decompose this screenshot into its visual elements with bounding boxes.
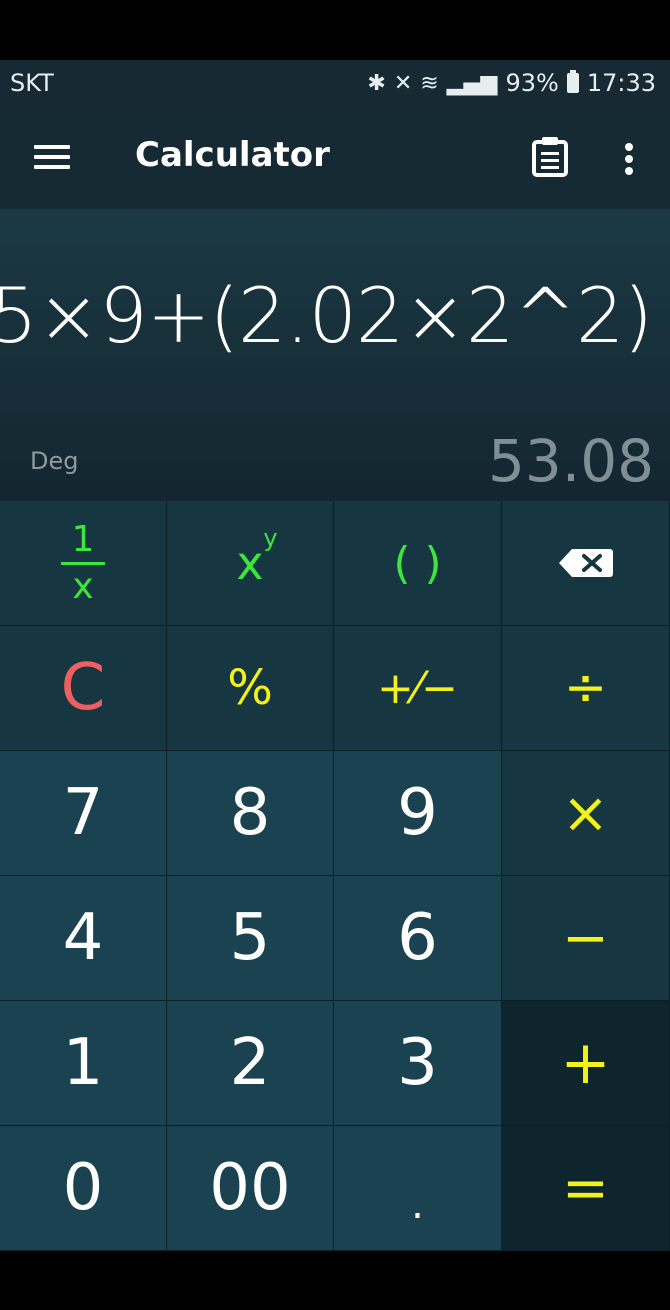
- minus-button[interactable]: −: [502, 876, 670, 1001]
- calculator-screen: SKT ✱ ✕ ≋ ▂▄▆ 93% 17:33 Calculator 5×9+(…: [0, 0, 670, 1310]
- parentheses-button[interactable]: ( ): [334, 501, 502, 626]
- wifi-icon: ≋: [420, 70, 439, 96]
- multiply-label: ×: [562, 780, 609, 846]
- plus-label: +: [560, 1028, 611, 1098]
- carrier-label: SKT: [10, 69, 54, 97]
- decimal-label: .: [411, 1182, 424, 1228]
- digit-6-button[interactable]: 6: [334, 876, 502, 1001]
- battery-percent: 93%: [505, 69, 559, 97]
- more-vert-icon[interactable]: [614, 135, 644, 179]
- digit-5-label: 5: [229, 901, 271, 975]
- digit-3-label: 3: [397, 1026, 438, 1100]
- digit-5-button[interactable]: 5: [167, 876, 334, 1001]
- equals-button[interactable]: =: [502, 1126, 670, 1251]
- plus-minus-label: +⁄−: [376, 662, 459, 714]
- digit-9-label: 9: [397, 776, 438, 850]
- double-zero-button[interactable]: 00: [167, 1126, 334, 1251]
- reciprocal-button[interactable]: 1 x: [0, 501, 167, 626]
- clear-button[interactable]: C: [0, 626, 167, 751]
- decimal-button[interactable]: .: [334, 1126, 502, 1251]
- double-zero-label: 00: [209, 1151, 291, 1225]
- clock: 17:33: [586, 69, 656, 97]
- digit-2-label: 2: [229, 1026, 271, 1100]
- equals-label: =: [562, 1155, 609, 1221]
- battery-icon: [566, 70, 579, 93]
- digit-1-label: 1: [62, 1026, 104, 1100]
- digit-9-button[interactable]: 9: [334, 751, 502, 876]
- percent-label: %: [227, 660, 273, 716]
- digit-8-button[interactable]: 8: [167, 751, 334, 876]
- digit-3-button[interactable]: 3: [334, 1001, 502, 1126]
- reciprocal-numerator: 1: [71, 518, 95, 560]
- parentheses-label: ( ): [393, 537, 442, 589]
- plus-minus-button[interactable]: +⁄−: [334, 626, 502, 751]
- signal-icon: ▂▄▆: [446, 70, 498, 96]
- digit-2-button[interactable]: 2: [167, 1001, 334, 1126]
- percent-button[interactable]: %: [167, 626, 334, 751]
- display-area: 5×9+(2.02×2^2) Deg 53.08: [0, 209, 670, 501]
- digit-7-label: 7: [62, 776, 104, 850]
- digit-7-button[interactable]: 7: [0, 751, 167, 876]
- divide-label: ÷: [563, 658, 608, 718]
- app-bar: Calculator: [0, 105, 670, 209]
- menu-icon[interactable]: [34, 145, 70, 169]
- backspace-button[interactable]: [502, 501, 670, 626]
- clipboard-icon[interactable]: [532, 137, 568, 177]
- power-base: x: [236, 536, 264, 590]
- status-icons: ✱ ✕ ≋ ▂▄▆ 93% 17:33: [367, 69, 656, 97]
- digit-0-button[interactable]: 0: [0, 1126, 167, 1251]
- digit-4-label: 4: [62, 901, 104, 975]
- reciprocal-denominator: x: [72, 565, 94, 607]
- bluetooth-icon: ✱: [367, 70, 386, 96]
- digit-1-button[interactable]: 1: [0, 1001, 167, 1126]
- power-exponent: y: [263, 524, 278, 552]
- digit-6-label: 6: [397, 901, 438, 975]
- clear-label: C: [60, 651, 106, 725]
- plus-button[interactable]: +: [502, 1001, 670, 1126]
- power-button[interactable]: xy: [167, 501, 334, 626]
- digit-4-button[interactable]: 4: [0, 876, 167, 1001]
- expression-display[interactable]: 5×9+(2.02×2^2): [0, 271, 653, 360]
- result-display: 53.08: [487, 427, 654, 495]
- minus-label: −: [562, 905, 609, 971]
- fraction-bar: [61, 561, 105, 565]
- status-bar: SKT ✱ ✕ ≋ ▂▄▆ 93% 17:33: [0, 60, 670, 105]
- digit-8-label: 8: [229, 776, 271, 850]
- backspace-icon: [558, 549, 613, 577]
- angle-mode-label: Deg: [30, 447, 79, 475]
- multiply-button[interactable]: ×: [502, 751, 670, 876]
- navigation-bar-area: [0, 1251, 670, 1310]
- mute-icon: ✕: [393, 70, 413, 96]
- divide-button[interactable]: ÷: [502, 626, 670, 751]
- keypad: 1 x xy ( ) C % +⁄− ÷ 7 8 9 × 4 5 6 − 1 2…: [0, 501, 670, 1251]
- digit-0-label: 0: [62, 1151, 104, 1225]
- app-title: Calculator: [135, 135, 330, 175]
